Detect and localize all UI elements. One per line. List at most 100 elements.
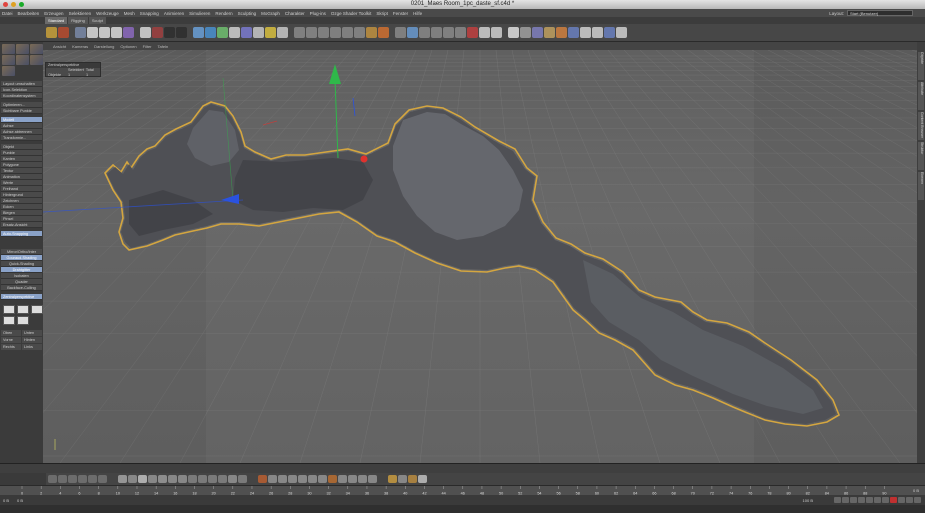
render-view-icon[interactable] — [140, 27, 151, 38]
view-button[interactable]: Vorne — [1, 337, 21, 343]
array-icon[interactable] — [479, 27, 490, 38]
deformer-icon[interactable] — [241, 27, 252, 38]
anim-tool-icon[interactable] — [148, 475, 157, 483]
right-dock-tab[interactable]: Content Browser — [918, 112, 924, 140]
menu-item[interactable]: Datei — [2, 11, 13, 16]
x-axis-lock-icon[interactable] — [87, 27, 98, 38]
anim-tool-icon[interactable] — [118, 475, 127, 483]
view-button[interactable]: Rechts — [1, 344, 21, 350]
anim-tool-icon[interactable] — [348, 475, 357, 483]
x-axis-lock-icon[interactable] — [342, 27, 353, 38]
anim-tool-icon[interactable] — [218, 475, 227, 483]
anim-tool-icon[interactable] — [228, 475, 237, 483]
z-axis-lock-icon[interactable] — [366, 27, 377, 38]
redo-icon[interactable] — [318, 27, 329, 38]
menu-item[interactable]: Erzeugen — [44, 11, 63, 16]
palette-tab[interactable]: Rigging — [68, 17, 88, 24]
prev-key-icon[interactable] — [842, 497, 849, 503]
anim-tool-icon[interactable] — [128, 475, 137, 483]
anim-tool-icon[interactable] — [368, 475, 377, 483]
object-mode-icon[interactable] — [2, 44, 15, 54]
viewport-menu-item[interactable]: Optionen — [120, 44, 136, 49]
menu-item[interactable]: Skript — [376, 11, 388, 16]
four-view-icon[interactable] — [17, 316, 29, 325]
y-axis-lock-icon[interactable] — [99, 27, 110, 38]
anim-tool-icon[interactable] — [308, 475, 317, 483]
render-picture-icon[interactable] — [152, 27, 163, 38]
menu-item[interactable]: Snapping — [140, 11, 159, 16]
menu-item[interactable]: MoGraph — [261, 11, 280, 16]
right-dock-tab[interactable]: Ebenen — [918, 172, 924, 200]
prev-frame-icon[interactable] — [850, 497, 857, 503]
viewport-menu-item[interactable]: Darstellung — [94, 44, 114, 49]
split-vertical-icon[interactable] — [31, 305, 43, 314]
sculpt-mode-icon[interactable] — [2, 66, 15, 76]
anim-tool-icon[interactable] — [58, 475, 67, 483]
menu-item[interactable]: Rendern — [215, 11, 232, 16]
point-mode-icon[interactable] — [16, 44, 29, 54]
right-dock-tab[interactable]: Struktur — [918, 142, 924, 170]
anim-tool-icon[interactable] — [208, 475, 217, 483]
live-selection-icon[interactable] — [580, 27, 591, 38]
anim-tool-icon[interactable] — [78, 475, 87, 483]
anim-tool-icon[interactable] — [268, 475, 277, 483]
start-frame-field[interactable]: 0 B — [17, 498, 23, 503]
anim-tool-icon[interactable] — [288, 475, 297, 483]
menu-item[interactable]: Bearbeiten — [18, 11, 40, 16]
viewport-menu-item[interactable]: Filter — [143, 44, 152, 49]
light-icon[interactable] — [265, 27, 276, 38]
camera-icon[interactable] — [277, 27, 288, 38]
go-start-icon[interactable] — [834, 497, 841, 503]
anim-tool-icon[interactable] — [278, 475, 287, 483]
nurbs-icon[interactable] — [467, 27, 478, 38]
minimize-window-button[interactable] — [11, 2, 16, 7]
viewport-menu-item[interactable]: Ansicht — [53, 44, 66, 49]
array-icon[interactable] — [229, 27, 240, 38]
anim-tool-icon[interactable] — [388, 475, 397, 483]
x-axis-lock-icon[interactable] — [592, 27, 603, 38]
z-axis-lock-icon[interactable] — [616, 27, 627, 38]
undo-icon[interactable] — [306, 27, 317, 38]
view-button[interactable]: Oben — [1, 330, 21, 336]
light-icon[interactable] — [520, 27, 531, 38]
menu-item[interactable]: Sculpting — [238, 11, 257, 16]
right-dock-tab[interactable]: Objekte — [918, 52, 924, 80]
palette-tab[interactable]: Sculpt — [88, 17, 106, 24]
anim-tool-icon[interactable] — [298, 475, 307, 483]
viewport-menu-item[interactable]: Kameras — [72, 44, 88, 49]
current-frame-field[interactable]: 0 B — [3, 498, 9, 503]
redo-icon[interactable] — [568, 27, 579, 38]
menu-item[interactable]: Hilfe — [413, 11, 422, 16]
menu-item[interactable]: Selektieren — [69, 11, 92, 16]
spline-icon[interactable] — [205, 27, 216, 38]
anim-tool-icon[interactable] — [238, 475, 247, 483]
viewport-menu-item[interactable]: Tafeln — [158, 44, 169, 49]
z-axis-lock-icon[interactable] — [111, 27, 122, 38]
zoom-window-button[interactable] — [19, 2, 24, 7]
live-selection-icon[interactable] — [330, 27, 341, 38]
anim-tool-icon[interactable] — [98, 475, 107, 483]
polygon-mode-icon[interactable] — [2, 55, 15, 65]
menu-item[interactable]: Mesh — [124, 11, 135, 16]
live-selection-icon[interactable] — [75, 27, 86, 38]
undo-icon[interactable] — [556, 27, 567, 38]
anim-tool-icon[interactable] — [88, 475, 97, 483]
view-button[interactable]: Hinten — [22, 337, 42, 343]
y-axis-lock-icon[interactable] — [604, 27, 615, 38]
undo-icon[interactable] — [46, 27, 57, 38]
cube-icon[interactable] — [443, 27, 454, 38]
tool-icon[interactable] — [294, 27, 305, 38]
render-picture-icon[interactable] — [407, 27, 418, 38]
render-view-icon[interactable] — [395, 27, 406, 38]
render-settings-icon[interactable] — [164, 27, 175, 38]
anim-tool-icon[interactable] — [418, 475, 427, 483]
autokey-icon[interactable] — [898, 497, 905, 503]
y-axis-lock-icon[interactable] — [354, 27, 365, 38]
go-end-icon[interactable] — [882, 497, 889, 503]
timeline-settings-icon[interactable] — [914, 497, 921, 503]
menu-item[interactable]: Werkzeuge — [96, 11, 119, 16]
menu-item[interactable]: Ozge Shader Toolkit — [331, 11, 371, 16]
single-view-icon[interactable] — [3, 305, 15, 314]
split-horizontal-icon[interactable] — [17, 305, 29, 314]
edge-mode-icon[interactable] — [30, 44, 43, 54]
